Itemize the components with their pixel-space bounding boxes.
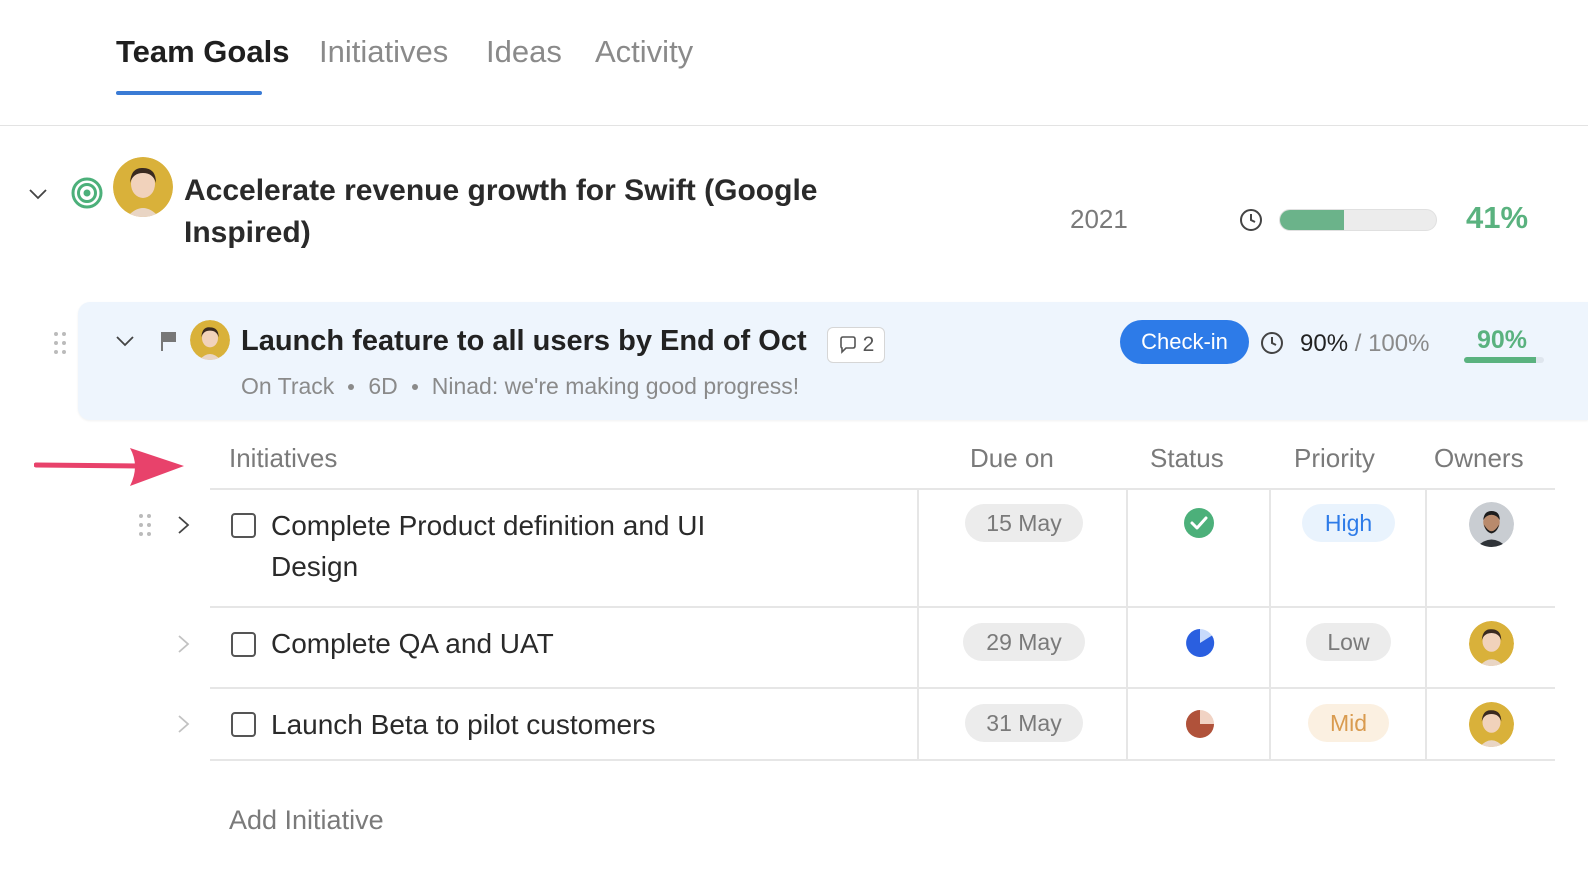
column-divider [1126, 489, 1128, 759]
tab-ideas[interactable]: Ideas [486, 34, 562, 70]
collapse-goal-chevron-down-icon[interactable] [27, 183, 49, 210]
column-header-owners[interactable]: Owners [1434, 443, 1524, 474]
key-result-time-left: 6D [368, 373, 398, 399]
table-divider [210, 488, 1555, 490]
clock-icon [1260, 331, 1284, 360]
add-initiative-button[interactable]: Add Initiative [229, 805, 384, 836]
tab-bar: Team Goals Initiatives Ideas Activity [0, 0, 1588, 126]
column-header-initiatives[interactable]: Initiatives [229, 443, 337, 474]
key-result-progress-percent: 90% [1477, 326, 1528, 354]
initiative-checkbox[interactable] [231, 632, 256, 657]
initiative-title[interactable]: Complete Product definition and UI [271, 505, 705, 547]
column-header-due-on[interactable]: Due on [970, 443, 1054, 474]
collapse-key-result-chevron-down-icon[interactable] [114, 330, 136, 357]
flag-icon [159, 330, 179, 357]
comment-count: 2 [862, 333, 875, 356]
goal-title[interactable]: Accelerate revenue growth for Swift (Goo… [184, 170, 864, 254]
separator-dot [411, 383, 418, 390]
expand-row-chevron-right-icon[interactable] [174, 713, 192, 740]
goal-progress-percent: 41% [1466, 200, 1529, 235]
column-divider [1269, 489, 1271, 759]
key-result-title[interactable]: Launch feature to all users by End of Oc… [241, 325, 807, 358]
key-result-progress-values[interactable]: 90% / 100% [1300, 330, 1429, 358]
column-header-priority[interactable]: Priority [1294, 443, 1375, 474]
tab-initiatives[interactable]: Initiatives [319, 34, 448, 70]
column-header-status[interactable]: Status [1150, 443, 1224, 474]
initiative-title[interactable]: Complete QA and UAT [271, 623, 554, 665]
comments-button[interactable]: 2 [827, 327, 885, 363]
key-result-latest-update: Ninad: we're making good progress! [431, 373, 800, 399]
goal-owner-avatar[interactable] [113, 157, 173, 217]
active-tab-indicator [116, 91, 262, 95]
table-divider [210, 606, 1555, 608]
owner-avatar[interactable] [1469, 502, 1514, 547]
goal-year: 2021 [1070, 204, 1128, 234]
initiative-checkbox[interactable] [231, 712, 256, 737]
status-done-check-icon[interactable] [1184, 508, 1214, 543]
annotation-arrow-icon [33, 446, 186, 493]
priority-pill-high[interactable]: High [1302, 504, 1395, 542]
table-divider [210, 759, 1555, 761]
goal-progress-fill [1280, 210, 1344, 230]
expand-row-chevron-right-icon[interactable] [174, 514, 192, 541]
goal-progress-bar [1279, 209, 1437, 231]
row-drag-handle-icon[interactable] [137, 512, 153, 543]
priority-pill-low[interactable]: Low [1306, 623, 1391, 661]
expand-row-chevron-right-icon[interactable] [174, 633, 192, 660]
drag-handle-icon[interactable] [52, 330, 68, 361]
due-date-pill[interactable]: 15 May [965, 504, 1083, 542]
key-result-meta: On Track 6D Ninad: we're making good pro… [241, 373, 799, 400]
key-result-target-value: 100% [1368, 330, 1430, 357]
priority-pill-mid[interactable]: Mid [1308, 704, 1389, 742]
due-date-pill[interactable]: 31 May [965, 704, 1083, 742]
status-in-progress-pie-icon[interactable] [1185, 628, 1215, 663]
key-result-progress-fill [1464, 357, 1536, 363]
initiative-title[interactable]: Launch Beta to pilot customers [271, 704, 655, 746]
goal-target-icon [71, 177, 103, 214]
initiative-checkbox[interactable] [231, 513, 256, 538]
tab-activity[interactable]: Activity [595, 34, 693, 70]
column-divider [1425, 489, 1427, 759]
status-in-progress-pie-icon[interactable] [1185, 709, 1215, 744]
key-result-owner-avatar[interactable] [190, 320, 230, 360]
clock-icon [1239, 208, 1263, 237]
key-result-status: On Track [241, 373, 335, 399]
due-date-pill[interactable]: 29 May [963, 623, 1085, 661]
value-separator: / [1348, 330, 1369, 357]
comment-icon [839, 336, 856, 354]
initiative-title-continued[interactable]: Design [271, 546, 358, 588]
table-divider [210, 687, 1555, 689]
key-result-current-value: 90% [1300, 330, 1349, 357]
key-result-progress-bar [1464, 357, 1544, 363]
owner-avatar[interactable] [1469, 621, 1514, 666]
owner-avatar[interactable] [1469, 702, 1514, 747]
separator-dot [348, 383, 355, 390]
tab-team-goals[interactable]: Team Goals [116, 34, 289, 70]
column-divider [917, 489, 919, 759]
check-in-button[interactable]: Check-in [1120, 320, 1249, 364]
